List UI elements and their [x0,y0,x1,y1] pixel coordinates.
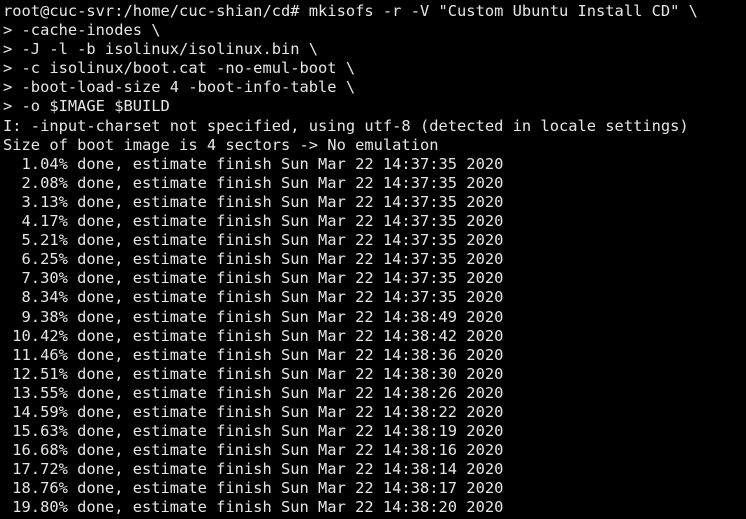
progress-line: 11.46% done, estimate finish Sun Mar 22 … [3,345,504,364]
progress-line: 19.80% done, estimate finish Sun Mar 22 … [3,498,504,517]
progress-line: 9.38% done, estimate finish Sun Mar 22 1… [3,307,504,326]
progress-line: 15.63% done, estimate finish Sun Mar 22 … [3,422,504,441]
progress-line: 2.08% done, estimate finish Sun Mar 22 1… [3,173,504,192]
progress-line: 16.68% done, estimate finish Sun Mar 22 … [3,441,504,460]
progress-line: 12.51% done, estimate finish Sun Mar 22 … [3,364,504,383]
progress-line: 18.76% done, estimate finish Sun Mar 22 … [3,479,504,498]
progress-line: 3.13% done, estimate finish Sun Mar 22 1… [3,192,504,211]
progress-line: 1.04% done, estimate finish Sun Mar 22 1… [3,154,504,173]
progress-line: 7.30% done, estimate finish Sun Mar 22 1… [3,269,504,288]
progress-line: 10.42% done, estimate finish Sun Mar 22 … [3,326,504,345]
command-prompt-line: root@cuc-svr:/home/cuc-shian/cd# mkisofs… [3,2,698,20]
command-continuation-line: > -o $IMAGE $BUILD [3,97,170,116]
terminal-window[interactable]: root@cuc-svr:/home/cuc-shian/cd# mkisofs… [0,0,746,519]
progress-line: 17.72% done, estimate finish Sun Mar 22 … [3,460,504,479]
progress-line: 6.25% done, estimate finish Sun Mar 22 1… [3,250,504,269]
command-continuation-line: > -boot-load-size 4 -boot-info-table \ [3,78,356,97]
boot-image-message-line: Size of boot image is 4 sectors -> No em… [3,135,439,154]
info-message-line: I: -input-charset not specified, using u… [3,116,689,135]
command-continuation-line: > -J -l -b isolinux/isolinux.bin \ [3,40,319,59]
progress-line: 5.21% done, estimate finish Sun Mar 22 1… [3,231,504,250]
command-continuation-line: > -c isolinux/boot.cat -no-emul-boot \ [3,59,356,78]
progress-line: 8.34% done, estimate finish Sun Mar 22 1… [3,288,504,307]
progress-line: 13.55% done, estimate finish Sun Mar 22 … [3,383,504,402]
command-continuation-line: > -cache-inodes \ [3,21,161,40]
progress-line: 14.59% done, estimate finish Sun Mar 22 … [3,402,504,421]
progress-line: 4.17% done, estimate finish Sun Mar 22 1… [3,212,504,231]
